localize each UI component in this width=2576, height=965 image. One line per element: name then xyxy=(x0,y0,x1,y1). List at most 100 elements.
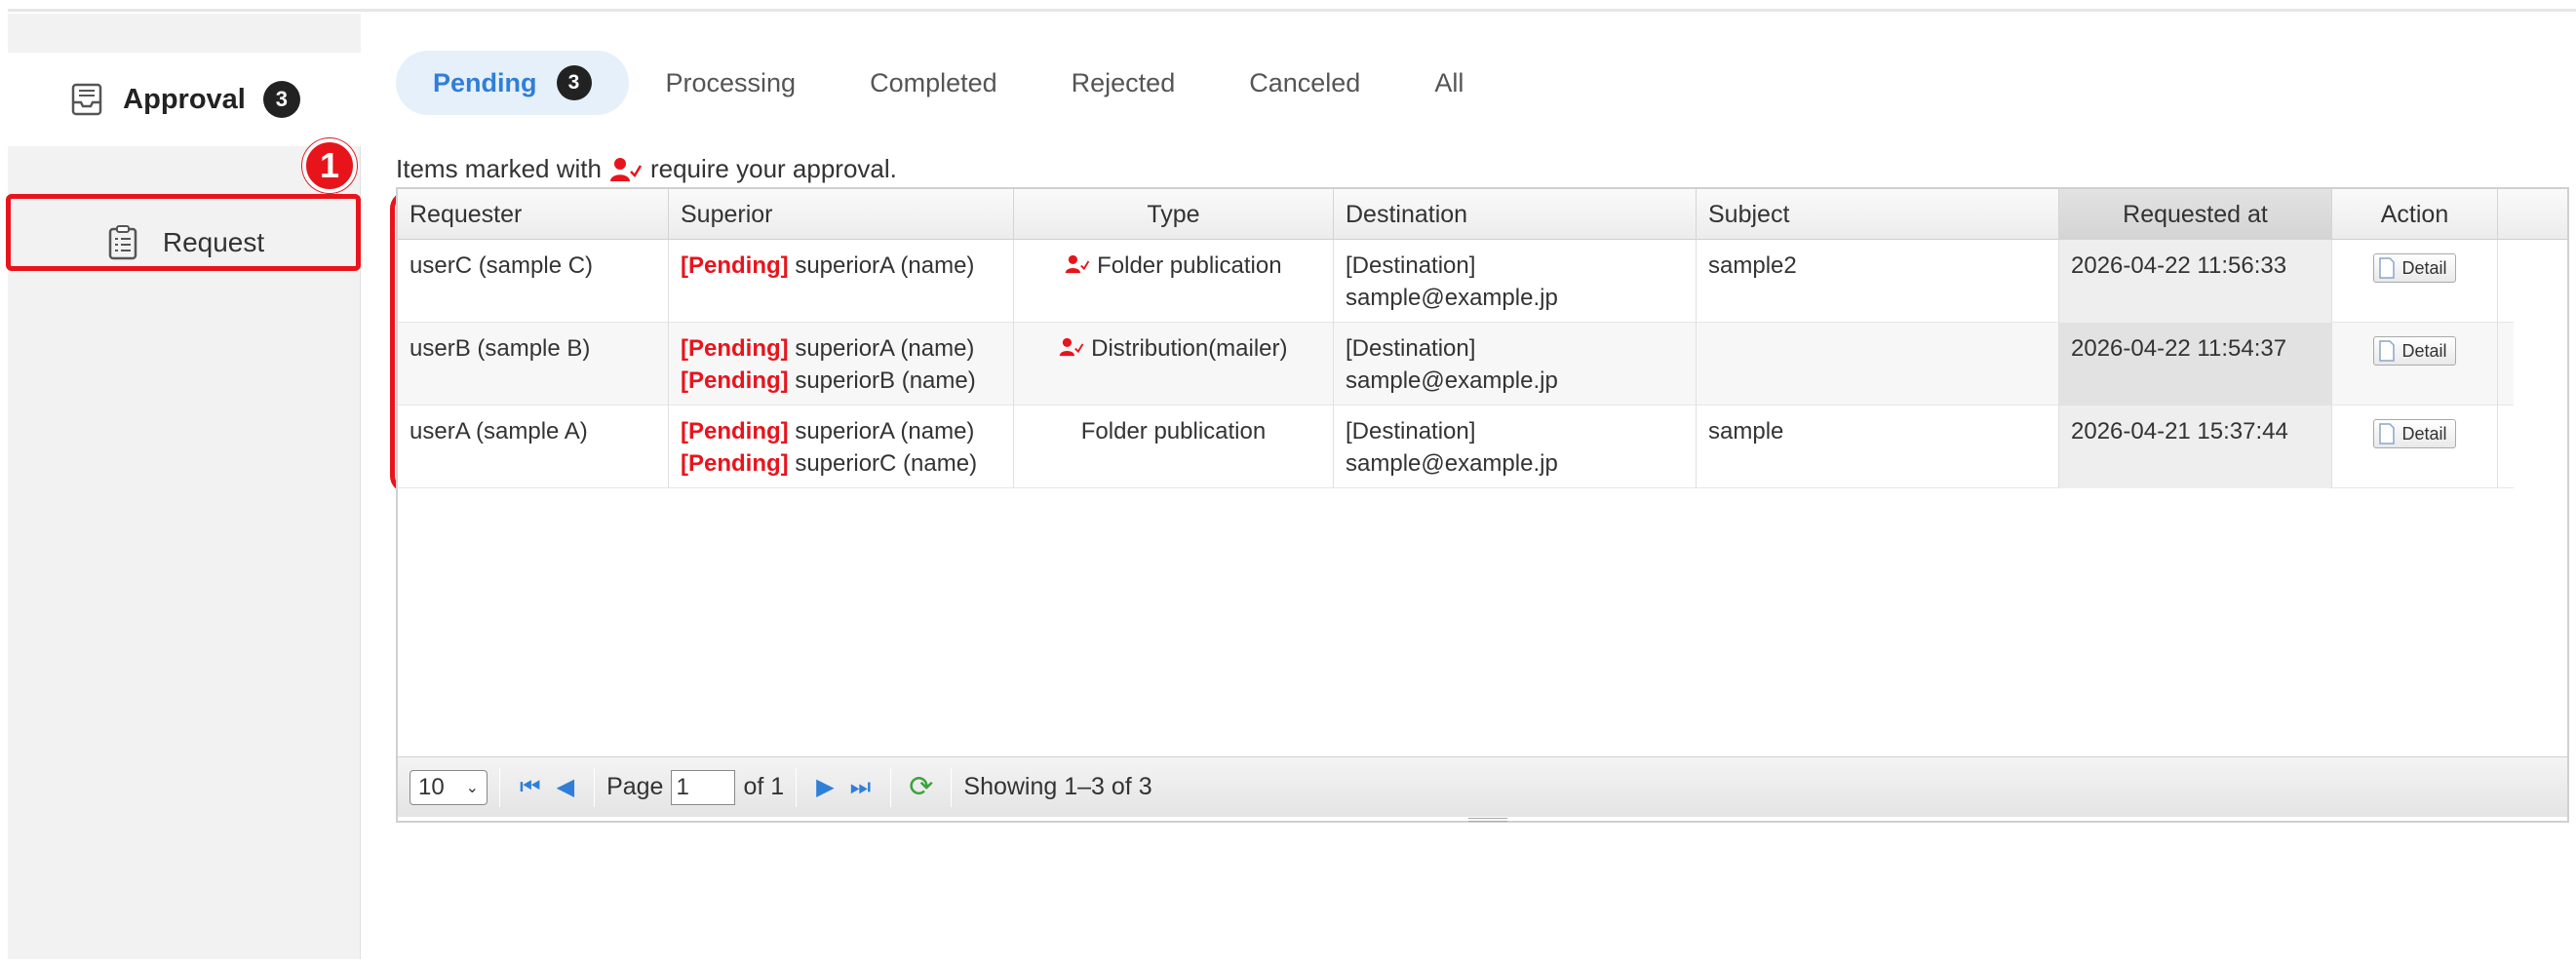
user-check-icon xyxy=(609,156,643,183)
resize-handle[interactable] xyxy=(1468,818,1507,822)
document-icon xyxy=(2379,423,2396,444)
page-size-select[interactable]: 10 ⌄ xyxy=(410,769,488,805)
destination-label: [Destination] xyxy=(1346,418,1476,444)
column-header-requested-at[interactable]: Requested at xyxy=(2059,189,2332,240)
tab-completed[interactable]: Completed xyxy=(833,51,1034,115)
pending-status: [Pending] xyxy=(681,367,789,394)
last-page-icon[interactable]: ⏭ xyxy=(850,774,872,801)
superior-cell: [Pending] superiorA (name) [Pending] sup… xyxy=(669,405,1014,488)
divider xyxy=(499,767,500,807)
subject-cell: sample xyxy=(1697,405,2059,488)
detail-label: Detail xyxy=(2401,257,2447,278)
detail-label: Detail xyxy=(2401,423,2447,444)
requested-at-cell: 2026-04-22 11:56:33 xyxy=(2059,240,2332,323)
inbox-tray-icon xyxy=(68,81,105,118)
type-label: Folder publication xyxy=(1080,418,1267,444)
first-page-icon[interactable]: ⏮ xyxy=(520,774,541,801)
tab-rejected[interactable]: Rejected xyxy=(1034,51,1213,115)
sidebar-item-label: Approval xyxy=(123,83,246,115)
count-badge: 3 xyxy=(556,65,592,100)
requested-at-cell: 2026-04-22 11:54:37 xyxy=(2059,323,2332,405)
chevron-down-icon: ⌄ xyxy=(465,779,479,796)
detail-label: Detail xyxy=(2401,340,2447,361)
superior-name: superiorB (name) xyxy=(795,367,976,394)
column-header-superior[interactable]: Superior xyxy=(669,189,1014,240)
superior-name: superiorA (name) xyxy=(795,418,975,444)
column-header-action: Action xyxy=(2332,189,2498,240)
requester-cell: userC (sample C) xyxy=(398,240,669,323)
requester-cell: userA (sample A) xyxy=(398,405,669,488)
type-label: Distribution(mailer) xyxy=(1091,335,1288,362)
destination-label: [Destination] xyxy=(1346,252,1476,279)
tab-label: Pending xyxy=(433,67,537,97)
user-check-icon xyxy=(1060,337,1084,357)
tab-all[interactable]: All xyxy=(1397,51,1501,115)
count-badge: 3 xyxy=(262,81,300,118)
superior-name: superiorA (name) xyxy=(795,252,975,279)
divider xyxy=(796,767,798,807)
detail-button[interactable]: Detail xyxy=(2373,336,2456,366)
pending-status: [Pending] xyxy=(681,418,789,444)
step-marker-1: 1 xyxy=(302,138,357,193)
superior-cell: [Pending] superiorA (name) xyxy=(669,240,1014,323)
table-row[interactable]: userA (sample A) [Pending] superiorA (na… xyxy=(398,405,2514,488)
action-cell: Detail xyxy=(2332,323,2498,405)
pagination-bar: 10 ⌄ ⏮ ◀ Page 1 of 1 ▶ ⏭ ⟳ Showing 1–3 o… xyxy=(398,756,2567,817)
superior-name: superiorC (name) xyxy=(795,450,978,477)
superior-cell: [Pending] superiorA (name) [Pending] sup… xyxy=(669,323,1014,405)
type-cell: Folder publication xyxy=(1014,405,1334,488)
tab-processing[interactable]: Processing xyxy=(629,51,834,115)
destination-value: sample@example.jp xyxy=(1346,450,1558,477)
column-header-destination[interactable]: Destination xyxy=(1334,189,1697,240)
type-cell: Distribution(mailer) xyxy=(1014,323,1334,405)
showing-count: Showing 1–3 of 3 xyxy=(963,773,1152,800)
type-label: Folder publication xyxy=(1097,252,1282,279)
divider xyxy=(890,767,892,807)
page-number-input[interactable]: 1 xyxy=(671,769,736,805)
detail-button[interactable]: Detail xyxy=(2373,419,2456,448)
next-page-icon[interactable]: ▶ xyxy=(816,773,834,801)
requester-cell: userB (sample B) xyxy=(398,323,669,405)
type-cell: Folder publication xyxy=(1014,240,1334,323)
page-label: Page xyxy=(606,773,664,800)
column-header-subject[interactable]: Subject xyxy=(1697,189,2059,240)
divider xyxy=(951,767,953,807)
destination-cell: [Destination] sample@example.jp xyxy=(1334,240,1697,323)
divider xyxy=(594,767,596,807)
highlight-request xyxy=(6,194,361,271)
subject-cell xyxy=(1697,323,2059,405)
notice-text-after: require your approval. xyxy=(649,154,897,183)
destination-cell: [Destination] sample@example.jp xyxy=(1334,405,1697,488)
action-cell: Detail xyxy=(2332,405,2498,488)
column-header-type[interactable]: Type xyxy=(1014,189,1334,240)
pending-status: [Pending] xyxy=(681,252,789,279)
table-row[interactable]: userB (sample B) [Pending] superiorA (na… xyxy=(398,323,2514,405)
prev-page-icon[interactable]: ◀ xyxy=(557,773,574,801)
detail-button[interactable]: Detail xyxy=(2373,253,2456,283)
refresh-icon[interactable]: ⟳ xyxy=(909,770,933,804)
sidebar-item-approval[interactable]: Approval 3 xyxy=(8,53,361,146)
sidebar-header xyxy=(8,14,361,53)
requested-at-cell: 2026-04-21 15:37:44 xyxy=(2059,405,2332,488)
tab-canceled[interactable]: Canceled xyxy=(1212,51,1397,115)
page-total-label: of 1 xyxy=(743,773,785,800)
top-bar xyxy=(8,0,2576,12)
table-row[interactable]: userC (sample C) [Pending] superiorA (na… xyxy=(398,240,2514,323)
superior-name: superiorA (name) xyxy=(795,335,975,362)
tab-pending[interactable]: Pending 3 xyxy=(396,51,629,115)
table-header: Requester Superior Type Destination Subj… xyxy=(398,189,2567,240)
subject-cell: sample2 xyxy=(1697,240,2059,323)
pending-status: [Pending] xyxy=(681,335,789,362)
approval-notice: Items marked with require your approval. xyxy=(396,154,897,184)
user-check-icon xyxy=(1066,254,1090,274)
requests-table: Requester Superior Type Destination Subj… xyxy=(396,187,2569,823)
column-header-requester[interactable]: Requester xyxy=(398,189,669,240)
document-icon xyxy=(2379,340,2396,362)
status-tabs: Pending 3 Processing Completed Rejected … xyxy=(396,51,1501,115)
notice-text-before: Items marked with xyxy=(396,154,602,183)
destination-cell: [Destination] sample@example.jp xyxy=(1334,323,1697,405)
page-size-value: 10 xyxy=(418,773,445,800)
destination-value: sample@example.jp xyxy=(1346,367,1558,394)
destination-value: sample@example.jp xyxy=(1346,285,1558,311)
pending-status: [Pending] xyxy=(681,450,789,477)
